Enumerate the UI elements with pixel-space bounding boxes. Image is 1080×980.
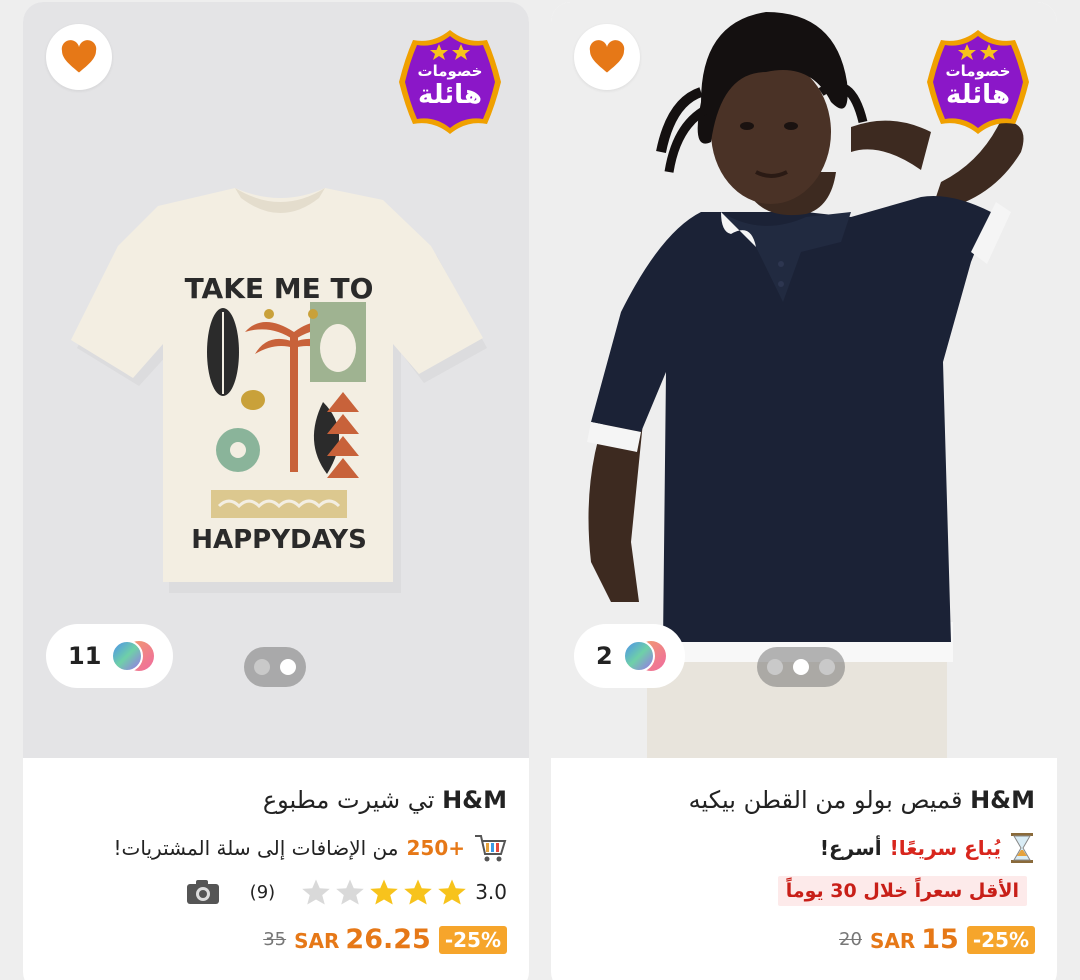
hurry-text: أسرع! (819, 836, 882, 860)
color-options[interactable]: 2 (574, 624, 685, 688)
product-image-tshirt[interactable]: TAKE ME TO HAPPYDAYS خصومات هائلة 11 (23, 2, 529, 758)
star-icon (370, 879, 398, 905)
shirt-print-bottom: HAPPYDAYS (191, 525, 367, 555)
star-icon (438, 879, 466, 905)
color-swatch-icon (111, 640, 155, 672)
currency: SAR (869, 929, 916, 953)
product-name: تي شيرت مطبوع (262, 786, 435, 814)
badge-bottom-text: هائلة (946, 80, 1010, 110)
star-empty-icon (336, 879, 364, 905)
carousel-dot-active[interactable] (793, 659, 809, 675)
product-brand: H&M (970, 786, 1035, 814)
product-grid: TAKE ME TO HAPPYDAYS خصومات هائلة 11 H&M… (0, 0, 1080, 980)
price-row: -25% SAR 26.25 35 (263, 924, 507, 955)
heart-icon (589, 40, 625, 73)
deals-badge: خصومات هائلة (395, 26, 505, 138)
carousel-dot[interactable] (819, 659, 835, 675)
current-price: SAR 15 (870, 924, 959, 955)
product-title[interactable]: H&M قميص بولو من القطن بيكيه (689, 786, 1035, 814)
selling-fast-text: يُباع سريعًا! (889, 836, 1001, 860)
product-brand: H&M (442, 786, 507, 814)
current-price: SAR 26.25 (294, 924, 431, 955)
rating-stars (301, 878, 467, 906)
price-row: -25% SAR 15 20 (839, 924, 1035, 955)
product-title[interactable]: H&M تي شيرت مطبوع (263, 786, 507, 814)
carousel-dot-active[interactable] (280, 659, 296, 675)
badge-top-text: خصومات (945, 62, 1011, 80)
color-count: 11 (68, 642, 102, 670)
deals-badge: خصومات هائلة (923, 26, 1033, 138)
color-options[interactable]: 11 (46, 624, 174, 688)
hourglass-icon (1011, 833, 1033, 863)
currency: SAR (294, 929, 340, 953)
badge-top-text: خصومات (417, 62, 483, 80)
carousel-dot[interactable] (254, 659, 270, 675)
price-amount: 26.25 (345, 924, 431, 955)
favorite-button[interactable] (46, 24, 112, 90)
selling-fast-row: يُباع سريعًا! أسرع! (820, 832, 1035, 864)
color-count: 2 (596, 642, 613, 670)
image-carousel-dots[interactable] (244, 647, 306, 687)
old-price: 20 (839, 929, 862, 950)
star-icon (404, 879, 432, 905)
cart-icon (475, 835, 507, 862)
product-name: قميص بولو من القطن بيكيه (688, 786, 963, 814)
product-card-polo[interactable]: خصومات هائلة 2 H&M قميص بولو من القطن بي… (551, 2, 1057, 980)
camera-icon (186, 880, 219, 904)
color-swatch-icon (622, 640, 666, 672)
cart-adds-row: +250 من الإضافات إلى سلة المشتريات! (114, 832, 507, 864)
price-amount: 15 (921, 924, 959, 955)
rating-row[interactable]: 3.0 (9) (186, 878, 507, 906)
review-count: (9) (249, 881, 276, 903)
product-image-polo[interactable]: خصومات هائلة 2 (551, 2, 1057, 758)
badge-bottom-text: هائلة (418, 80, 482, 110)
star-empty-icon (302, 879, 330, 905)
shirt-print-top: TAKE ME TO (185, 272, 374, 305)
discount-badge: -25% (438, 925, 507, 954)
old-price: 35 (263, 929, 287, 950)
product-card-tshirt[interactable]: TAKE ME TO HAPPYDAYS خصومات هائلة 11 H&M… (23, 2, 529, 980)
carousel-dot[interactable] (767, 659, 783, 675)
rating-value: 3.0 (475, 880, 507, 904)
cart-adds-text: من الإضافات إلى سلة المشتريات! (113, 836, 399, 860)
lowest-price-label: الأقل سعراً خلال 30 يوماً (777, 876, 1027, 906)
cart-adds-count: +250 (406, 836, 465, 860)
favorite-button[interactable] (574, 24, 640, 90)
heart-icon (61, 40, 97, 73)
discount-badge: -25% (966, 925, 1035, 954)
image-carousel-dots[interactable] (757, 647, 845, 687)
